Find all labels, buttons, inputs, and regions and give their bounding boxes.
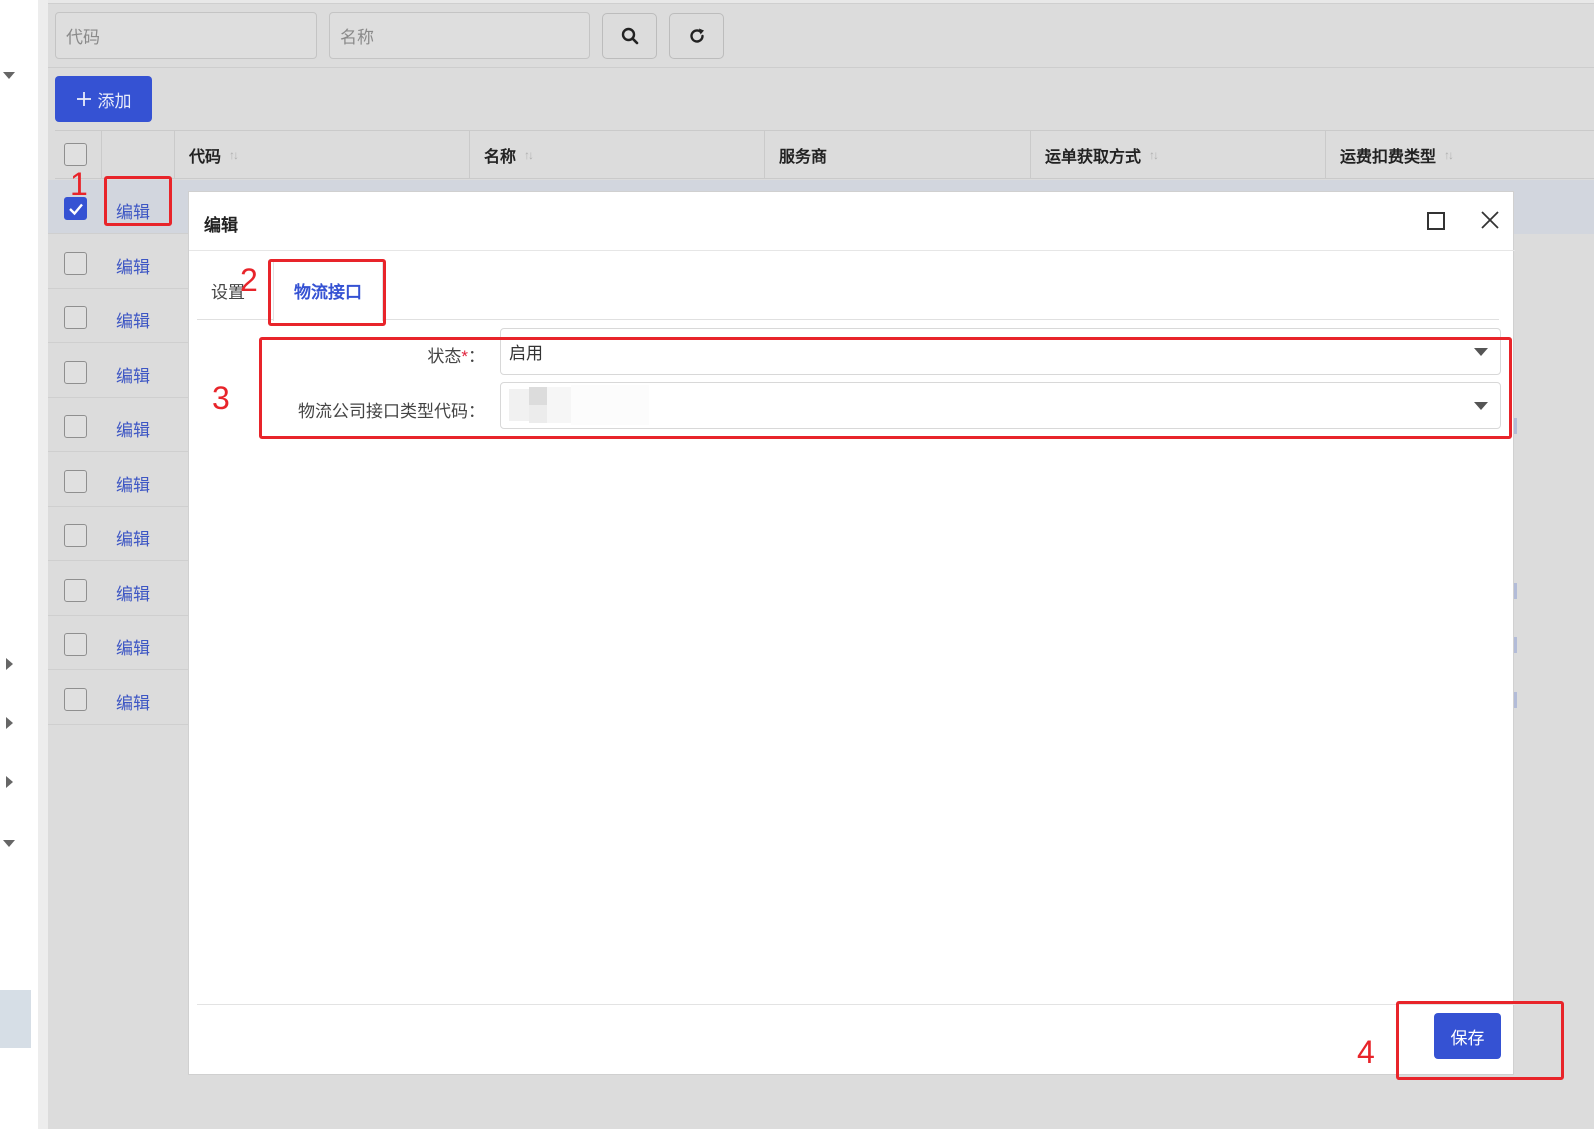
table-row[interactable]: 编辑 — [48, 235, 188, 289]
collapse-right-icon[interactable] — [6, 776, 13, 788]
add-button-label: 添加 — [97, 91, 132, 111]
annotation-box-2 — [268, 259, 386, 326]
column-header-code[interactable]: 代码 ↑↓ — [174, 131, 469, 178]
cell-fragment — [1514, 583, 1517, 599]
expand-down-icon[interactable] — [3, 72, 15, 79]
dialog-tabs: 设置 物流接口 — [197, 260, 1499, 321]
table-row[interactable]: 编辑 — [48, 616, 188, 670]
name-search-input[interactable]: 名称 — [329, 12, 590, 59]
refresh-icon — [689, 28, 704, 43]
edit-link[interactable]: 编辑 — [116, 689, 150, 714]
row-checkbox[interactable] — [64, 306, 87, 329]
column-header-waybill-method[interactable]: 运单获取方式 ↑↓ — [1030, 131, 1325, 178]
table-row[interactable]: 编辑 — [48, 562, 188, 616]
edit-link[interactable]: 编辑 — [116, 471, 150, 496]
top-border — [48, 0, 1594, 4]
row-checkbox[interactable] — [64, 252, 87, 275]
code-search-input[interactable]: 代码 — [55, 12, 317, 59]
annotation-number-1: 1 — [70, 166, 88, 202]
cell-fragment — [1514, 692, 1517, 708]
dialog-header: 编辑 — [189, 192, 1515, 251]
edit-dialog: 编辑 设置 物流接口 状态*： 启用 物流公司接口类型代码： 保存 — [188, 191, 1515, 1075]
maximize-icon[interactable] — [1427, 212, 1445, 230]
table-row[interactable]: 编辑 — [48, 289, 188, 343]
expand-down-icon[interactable] — [3, 840, 15, 847]
row-checkbox[interactable] — [64, 524, 87, 547]
toolbar-divider — [48, 67, 1594, 68]
column-header-name[interactable]: 名称 ↑↓ — [469, 131, 764, 178]
table-row[interactable]: 编辑 — [48, 344, 188, 398]
plus-icon — [76, 92, 91, 106]
cell-fragment — [1514, 637, 1517, 653]
annotation-box-3 — [259, 337, 1512, 439]
column-header-provider[interactable]: 服务商 — [764, 131, 1030, 178]
edit-link[interactable]: 编辑 — [116, 525, 150, 550]
row-checkbox[interactable] — [64, 579, 87, 602]
annotation-box-1 — [104, 176, 172, 226]
table-header: 代码 ↑↓ 名称 ↑↓ 服务商 运单获取方式 ↑↓ 运费扣费类型 ↑↓ — [55, 130, 1594, 179]
sort-icon[interactable]: ↑↓ — [1149, 148, 1159, 162]
table-row[interactable]: 编辑 — [48, 507, 188, 561]
annotation-number-3: 3 — [212, 380, 230, 416]
add-button[interactable]: 添加 — [55, 76, 152, 122]
sort-icon[interactable]: ↑↓ — [229, 148, 239, 162]
annotation-box-4 — [1396, 1001, 1564, 1080]
select-all-checkbox[interactable] — [64, 143, 87, 166]
annotation-number-2: 2 — [240, 262, 258, 298]
row-checkbox[interactable] — [64, 415, 87, 438]
table-row[interactable]: 编辑 — [48, 453, 188, 507]
sort-icon[interactable]: ↑↓ — [1444, 148, 1454, 162]
search-button[interactable] — [602, 13, 657, 59]
cell-fragment — [1514, 418, 1517, 434]
edit-link[interactable]: 编辑 — [116, 634, 150, 659]
edit-link[interactable]: 编辑 — [116, 416, 150, 441]
column-header-fee-type[interactable]: 运费扣费类型 ↑↓ — [1325, 131, 1594, 178]
row-checkbox[interactable] — [64, 633, 87, 656]
edit-link[interactable]: 编辑 — [116, 307, 150, 332]
code-placeholder: 代码 — [66, 28, 100, 47]
table-row[interactable]: 编辑 — [48, 398, 188, 452]
table-row[interactable]: 编辑 — [48, 671, 188, 725]
row-checkbox[interactable] — [64, 361, 87, 384]
sort-icon[interactable]: ↑↓ — [524, 148, 534, 162]
search-icon — [621, 27, 638, 45]
row-checkbox[interactable] — [64, 688, 87, 711]
refresh-button[interactable] — [669, 13, 724, 59]
collapse-right-icon[interactable] — [6, 717, 13, 729]
left-sidebar — [0, 0, 38, 1129]
column-header-actions — [101, 131, 174, 178]
annotation-number-4: 4 — [1357, 1034, 1375, 1070]
name-placeholder: 名称 — [340, 28, 374, 47]
edit-link[interactable]: 编辑 — [116, 580, 150, 605]
edit-link[interactable]: 编辑 — [116, 253, 150, 278]
edit-link[interactable]: 编辑 — [116, 362, 150, 387]
row-checkbox[interactable] — [64, 470, 87, 493]
close-icon[interactable] — [1479, 209, 1501, 231]
collapse-right-icon[interactable] — [6, 658, 13, 670]
dialog-footer-divider — [197, 1004, 1515, 1005]
sidebar-selected-item[interactable] — [0, 990, 31, 1048]
dialog-title: 编辑 — [204, 216, 238, 235]
sidebar-divider — [38, 0, 48, 1129]
